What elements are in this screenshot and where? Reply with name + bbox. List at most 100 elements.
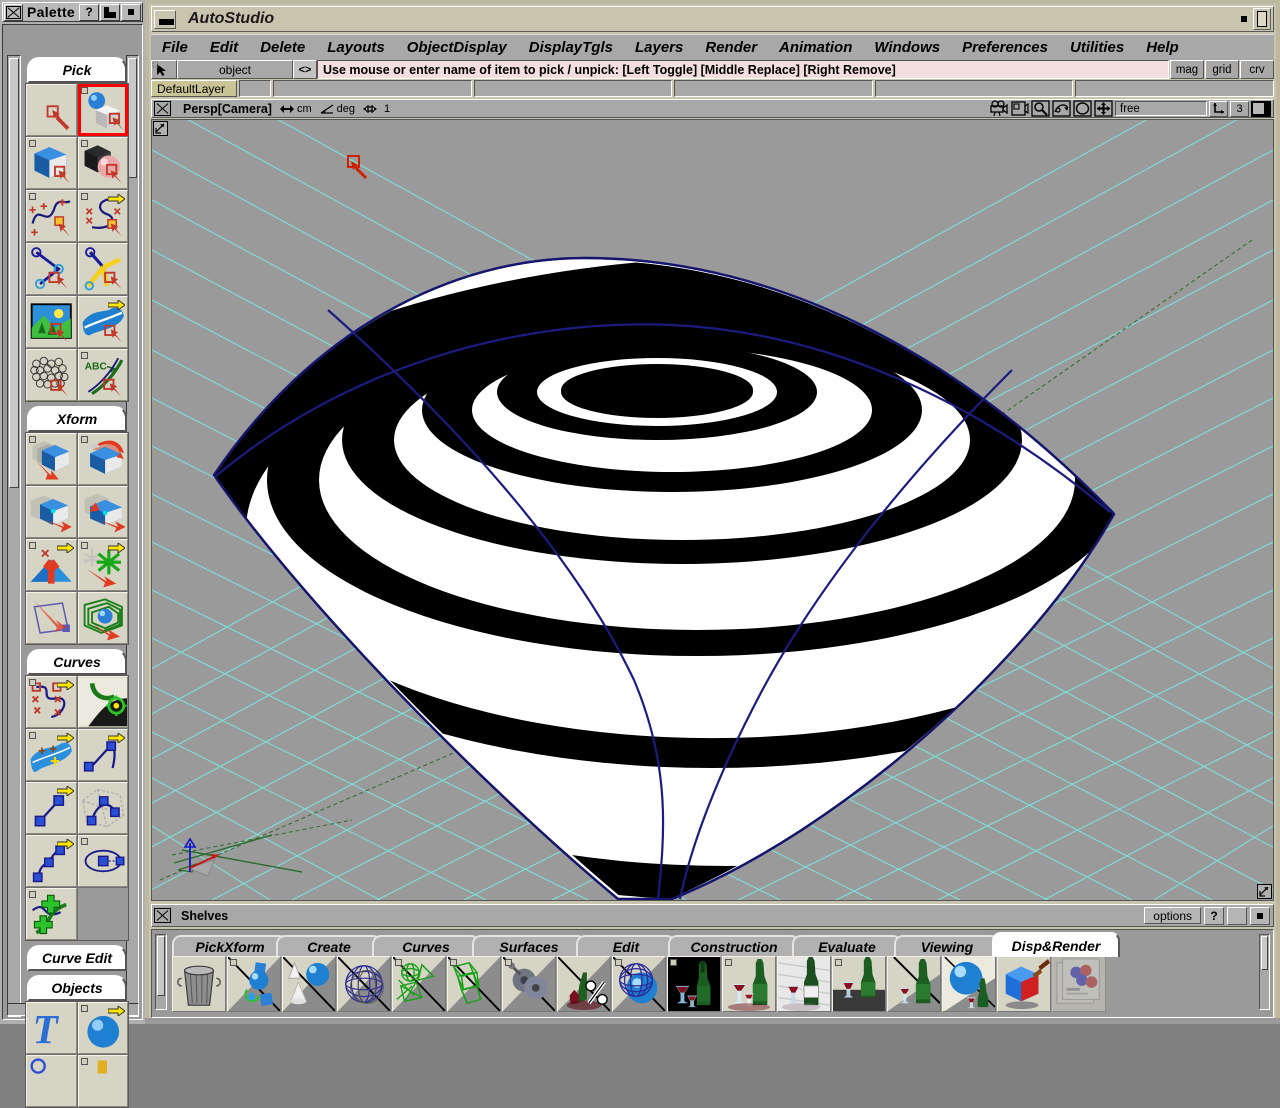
shelf-icon-wireframe-sphere[interactable] [337,956,391,1012]
scroll-thumb[interactable] [128,58,137,178]
window-restore-button[interactable] [1253,8,1271,30]
tool-option-tick[interactable] [80,140,88,147]
group-tab-xform[interactable]: Xform [27,406,127,432]
shelf-icon-green-mesh[interactable] [447,956,501,1012]
shelf-tab-create[interactable]: Create [276,935,382,957]
shelf-icon-render-globals[interactable] [1052,956,1106,1012]
shading-swatch[interactable] [1251,100,1271,117]
viewport-corner-handle-icon[interactable] [153,121,168,136]
shelves-options-button[interactable]: options [1144,907,1201,924]
tool-option-tick[interactable] [80,193,88,200]
window-minimize-button[interactable] [154,9,176,29]
shelf-icon-tick[interactable] [230,959,237,966]
shelf-icon-bottle-floor-render[interactable] [832,956,886,1012]
tool-pick-curve-cv[interactable] [26,190,77,242]
shelf-tab-evaluate[interactable]: Evaluate [792,935,902,957]
tool-pick-edit-point[interactable] [77,190,128,242]
shelf-icon-bottle-backdrop[interactable] [777,956,831,1012]
shelf-icon-tick[interactable] [725,959,732,966]
shelf-icon-bolt-pair[interactable] [502,956,556,1012]
shelf-tab-surfaces[interactable]: Surfaces [472,935,586,957]
shelves-scrollbar-left[interactable] [155,934,167,1010]
tool-pick-object[interactable] [77,84,128,136]
menu-file[interactable]: File [151,39,199,56]
menu-layouts[interactable]: Layouts [316,39,396,56]
tool-curve-on-surface-points[interactable] [26,729,77,781]
tool-pick-cloud-points[interactable] [26,349,77,401]
tool-pick-text-curve[interactable]: ABC [77,349,128,401]
palette-help-button[interactable]: ? [79,3,99,21]
tool-curve-blend[interactable] [26,888,77,940]
tool-pick-body[interactable] [26,137,77,189]
perspective-viewport[interactable] [151,119,1274,901]
tool-option-tick[interactable] [80,1005,88,1012]
shelf-icon-bottle-half-shade[interactable] [887,956,941,1012]
layer-slot-1[interactable] [273,80,472,97]
shelf-icon-blue-red-cube-paint[interactable] [997,956,1051,1012]
shelf-tab-disp-render[interactable]: Disp&Render [992,932,1120,957]
tool-pick-axis-handle[interactable] [77,243,128,295]
menu-animation[interactable]: Animation [768,39,863,56]
layer-slot-4[interactable] [874,80,1074,97]
tool-new-multi-point-curve[interactable] [26,835,77,887]
tool-explode-duplicate[interactable] [77,539,128,591]
menu-windows[interactable]: Windows [863,39,951,56]
shelf-icon-tick[interactable] [505,959,512,966]
tool-pick-canvas-image[interactable] [26,296,77,348]
group-tab-curve-edit[interactable]: Curve Edit [27,945,127,971]
shelf-icon-tick[interactable] [450,959,457,966]
menu-render[interactable]: Render [694,39,768,56]
tool-option-tick[interactable] [80,436,88,443]
shelf-tab-edit[interactable]: Edit [576,935,676,957]
shelf-icon-tick[interactable] [615,959,622,966]
group-tab-pick[interactable]: Pick [27,57,127,83]
menu-layers[interactable]: Layers [624,39,694,56]
tool-rotate-object[interactable] [77,433,128,485]
button-crv[interactable]: crv [1240,60,1274,79]
group-tab-curves[interactable]: Curves [27,649,127,675]
grid-snap[interactable]: 1 [362,103,390,115]
shelf-tab-viewing[interactable]: Viewing [894,935,1000,957]
palette-close-icon[interactable] [4,3,23,21]
tool-option-tick[interactable] [80,352,88,359]
prompt-toggle-button[interactable]: <> [293,60,317,79]
tool-cylinder-primitive[interactable] [77,1055,128,1107]
menu-edit[interactable]: Edit [199,39,249,56]
shelf-icon-tick[interactable] [835,959,842,966]
shelves-close-icon[interactable] [154,908,171,923]
shelf-icon-blue-wireframe-sphere[interactable] [612,956,666,1012]
shelf-tab-pickxform[interactable]: PickXform [172,935,288,957]
tool-new-circle[interactable] [77,835,128,887]
tool-option-tick[interactable] [80,838,88,845]
shelf-icon-trash-can[interactable] [172,956,226,1012]
tool-arc-through-points[interactable] [77,782,128,834]
tool-option-tick[interactable] [29,679,36,686]
tool-option-tick[interactable] [80,87,88,94]
shelf-icon-percent-render[interactable] [557,956,611,1012]
palette-minimize-button[interactable] [121,3,141,21]
menu-delete[interactable]: Delete [249,39,316,56]
layer-slot-2[interactable] [473,80,673,97]
tool-curve-on-surface[interactable] [77,676,128,728]
tool-pick-surface-patch[interactable] [77,296,128,348]
tool-option-tick[interactable] [29,140,36,147]
shelf-icon-bottle-glass-render[interactable] [667,956,721,1012]
tool-scale-object[interactable] [26,486,77,538]
shelf-icon-green-wireframe[interactable] [392,956,446,1012]
group-tab-objects[interactable]: Objects [27,975,127,1001]
tool-pick-point[interactable] [26,243,77,295]
linear-units[interactable]: cm [279,103,312,115]
shade-level-field[interactable]: 3 [1230,100,1249,117]
tool-text-tool[interactable]: T [26,1002,77,1054]
menu-help[interactable]: Help [1135,39,1190,56]
button-mag[interactable]: mag [1170,60,1204,79]
shelf-icon-tick[interactable] [395,959,402,966]
shelves-scrollbar-right[interactable] [1259,934,1270,1010]
pick-mode-label[interactable]: object [177,60,293,79]
view-name-label[interactable]: Persp[Camera] [183,102,272,116]
layer-slot-0[interactable] [239,80,271,97]
tool-option-tick[interactable] [29,891,36,898]
magnify-icon[interactable] [1031,100,1051,117]
arrow-pick-icon[interactable] [151,60,177,79]
tool-new-edit-point-curve[interactable] [77,729,128,781]
